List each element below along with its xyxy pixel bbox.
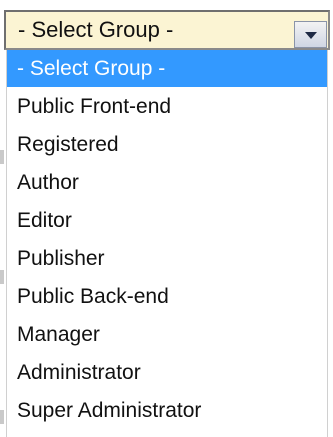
chevron-down-icon	[305, 32, 317, 39]
option-public-back-end[interactable]: Public Back-end	[7, 278, 327, 315]
background-edge-mark	[0, 270, 4, 284]
group-select-screen: - Select Group - - Select Group - Public…	[0, 0, 333, 437]
background-edge-mark	[0, 150, 4, 164]
group-options-list: - Select Group - Public Front-end Regist…	[6, 50, 328, 437]
option-super-administrator[interactable]: Super Administrator	[7, 392, 327, 429]
option-editor[interactable]: Editor	[7, 202, 327, 239]
background-edge-mark	[0, 410, 4, 424]
option-public-front-end[interactable]: Public Front-end	[7, 88, 327, 125]
option-manager[interactable]: Manager	[7, 316, 327, 353]
option-registered[interactable]: Registered	[7, 126, 327, 163]
dropdown-toggle-button[interactable]	[294, 21, 327, 48]
option-author[interactable]: Author	[7, 164, 327, 201]
option-select-group[interactable]: - Select Group -	[7, 50, 327, 87]
group-select-value: - Select Group -	[18, 17, 174, 42]
option-administrator[interactable]: Administrator	[7, 354, 327, 391]
option-publisher[interactable]: Publisher	[7, 240, 327, 277]
group-select[interactable]: - Select Group -	[4, 10, 330, 50]
